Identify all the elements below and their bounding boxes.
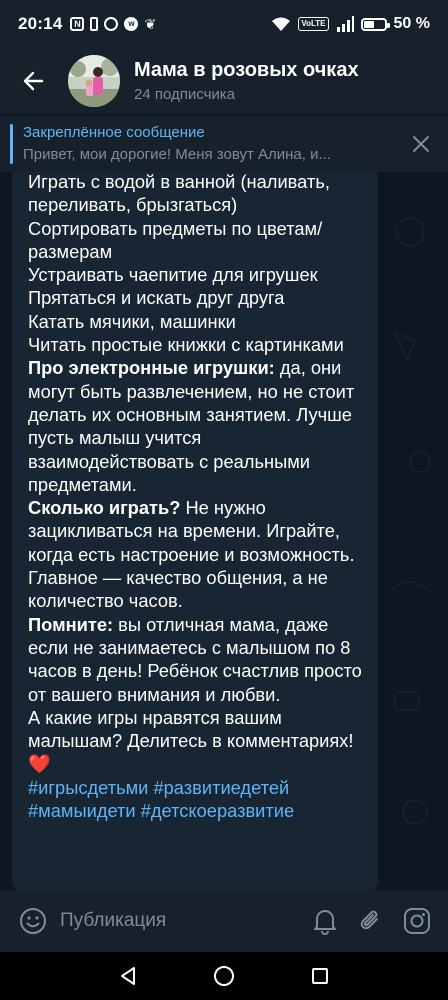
message-bubble[interactable]: Играть с водой в ванной (наливать, перел… bbox=[12, 172, 378, 890]
back-triangle-icon bbox=[121, 967, 135, 985]
battery-percent: 50 % bbox=[393, 15, 430, 32]
message-paragraph: Про электронные игрушки: да, они могут б… bbox=[28, 356, 364, 496]
volte-badge: VoLTE bbox=[298, 17, 329, 31]
message-paragraph: Прятаться и искать друг друга bbox=[28, 286, 364, 309]
message-paragraph: Сортировать предметы по цветам/размерам bbox=[28, 217, 364, 264]
message-line-text: Устраивать чаепитие для игрушек bbox=[28, 264, 318, 286]
pinned-body: Привет, мои дорогие! Меня зовут Алина, и… bbox=[23, 146, 331, 163]
home-circle-icon bbox=[214, 966, 234, 986]
subscriber-count: 24 подписчика bbox=[134, 86, 236, 103]
message-line-text: Играть с водой в ванной (наливать, перел… bbox=[28, 172, 330, 216]
battery-icon bbox=[360, 17, 390, 31]
back-button[interactable] bbox=[0, 48, 68, 114]
nav-back-button[interactable] bbox=[104, 952, 152, 1000]
message-input[interactable]: Публикация bbox=[60, 910, 302, 932]
chat-area[interactable]: Играть с водой в ванной (наливать, перел… bbox=[0, 172, 448, 890]
message-bold-lead: Про электронные игрушки: bbox=[28, 357, 275, 379]
nfc-icon: N bbox=[70, 17, 85, 31]
message-line-text: Прятаться и искать друг друга bbox=[28, 287, 285, 309]
instagram-icon bbox=[404, 908, 430, 934]
pinned-title: Закреплённое сообщение bbox=[23, 124, 205, 141]
pinned-indicator-bar bbox=[10, 123, 13, 164]
status-right: VoLTE 50 % bbox=[271, 15, 430, 33]
message-line-text: А какие игры нравятся вашим малышам? Дел… bbox=[28, 706, 354, 775]
pinned-text: Закреплённое сообщение Привет, мои дорог… bbox=[23, 124, 394, 163]
message-paragraph: А какие игры нравятся вашим малышам? Дел… bbox=[28, 706, 364, 776]
emoji-button[interactable] bbox=[10, 890, 56, 952]
pinned-message[interactable]: Закреплённое сообщение Привет, мои дорог… bbox=[0, 114, 448, 172]
signal-icon bbox=[336, 16, 354, 32]
nav-recents-button[interactable] bbox=[296, 952, 344, 1000]
status-bar: 20:14 N w ❦ VoLTE 50 % bbox=[0, 0, 448, 48]
system-nav-bar bbox=[0, 952, 448, 1000]
channel-header: Мама в розовых очках 24 подписчика bbox=[0, 48, 448, 114]
channel-info[interactable]: Мама в розовых очках 24 подписчика bbox=[134, 59, 448, 103]
wifi-icon bbox=[272, 17, 291, 31]
hashtags-link[interactable]: #игрысдетьми #развитиедетей #мамыидети #… bbox=[28, 776, 364, 823]
message-paragraph: Играть с водой в ванной (наливать, перел… bbox=[28, 172, 364, 217]
emoji-icon bbox=[20, 908, 46, 934]
input-bar: Публикация bbox=[0, 890, 448, 952]
message-bold-lead: Сколько играть? bbox=[28, 497, 181, 519]
message-paragraph: Катать мячики, машинки bbox=[28, 310, 364, 333]
message-paragraph: Сколько играть? Не нужно зацикливаться н… bbox=[28, 496, 364, 612]
timer-icon bbox=[104, 17, 119, 31]
close-icon bbox=[413, 135, 429, 152]
status-time: 20:14 bbox=[18, 14, 63, 33]
recents-square-icon bbox=[312, 968, 328, 984]
channel-title: Мама в розовых очках bbox=[134, 59, 359, 81]
message-paragraph: Устраивать чаепитие для игрушек bbox=[28, 263, 364, 286]
vibrate-icon bbox=[90, 17, 99, 31]
instagram-button[interactable] bbox=[394, 890, 440, 952]
paperclip-icon bbox=[360, 910, 378, 930]
arrow-left-icon bbox=[23, 71, 44, 91]
message-line-text: Катать мячики, машинки bbox=[28, 310, 236, 332]
message-text: Играть с водой в ванной (наливать, перел… bbox=[28, 172, 364, 822]
nav-home-button[interactable] bbox=[200, 952, 248, 1000]
message-line-text: Читать простые книжки с картинками bbox=[28, 334, 344, 356]
leaf-icon: ❦ bbox=[144, 15, 157, 32]
mute-toggle-button[interactable] bbox=[302, 890, 348, 952]
battery-fill bbox=[363, 20, 374, 28]
message-line-text: Сортировать предметы по цветам/размерам bbox=[28, 217, 323, 262]
pinned-close-button[interactable] bbox=[394, 115, 448, 173]
bell-icon bbox=[314, 910, 336, 935]
message-bold-lead: Помните: bbox=[28, 613, 114, 635]
message-paragraph: Помните: вы отличная мама, даже если не … bbox=[28, 613, 364, 706]
channel-avatar[interactable] bbox=[68, 55, 120, 107]
status-left-icons: N w ❦ bbox=[70, 16, 156, 33]
message-paragraph: Читать простые книжки с картинками bbox=[28, 333, 364, 356]
attach-button[interactable] bbox=[348, 890, 394, 952]
vk-icon: w bbox=[124, 17, 139, 31]
